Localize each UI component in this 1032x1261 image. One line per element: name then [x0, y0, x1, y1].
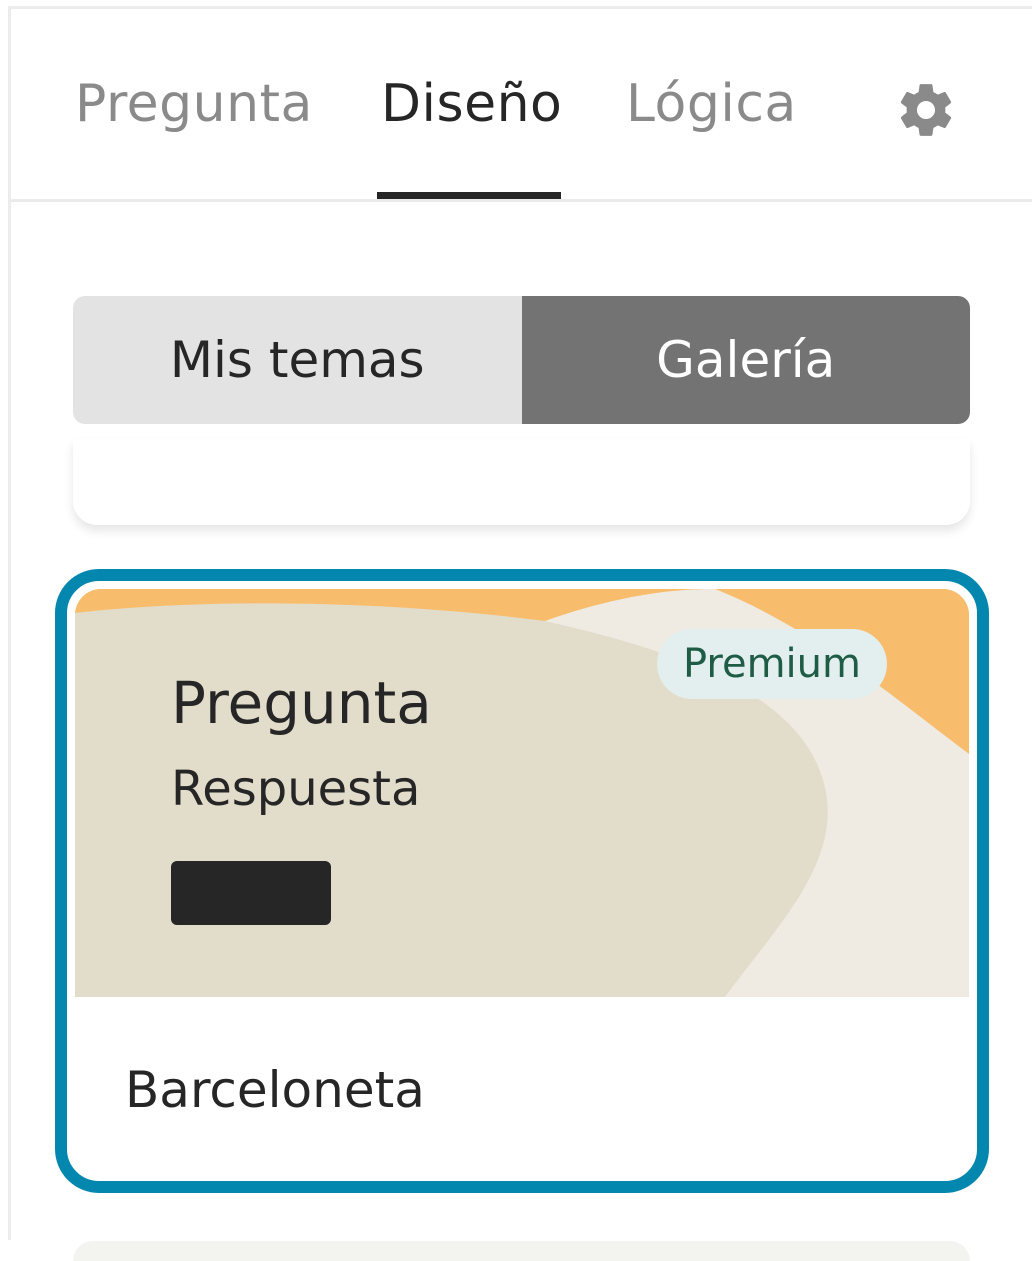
galeria-button[interactable]: Galería	[521, 296, 970, 424]
theme-name: Barceloneta	[125, 1061, 425, 1119]
preview-answer-text: Respuesta	[171, 761, 421, 817]
active-tab-indicator	[377, 192, 561, 199]
tab-pregunta[interactable]: Pregunta	[75, 69, 313, 139]
theme-source-switch: Mis temas Galería	[73, 296, 970, 424]
design-panel: Pregunta Diseño Lógica Mis temas Galería…	[8, 6, 1032, 1261]
mis-temas-button[interactable]: Mis temas	[73, 296, 522, 424]
next-theme-card[interactable]	[73, 1241, 970, 1261]
theme-preview: Pregunta Respuesta Premium	[75, 589, 969, 997]
theme-card-barceloneta[interactable]: Pregunta Respuesta Premium Barceloneta	[55, 569, 989, 1193]
gear-icon[interactable]	[895, 79, 957, 141]
preview-question-text: Pregunta	[171, 669, 432, 737]
premium-badge: Premium	[657, 629, 887, 699]
tab-diseno[interactable]: Diseño	[381, 69, 562, 139]
previous-theme-card[interactable]	[73, 439, 970, 525]
tab-logica[interactable]: Lógica	[626, 69, 797, 139]
preview-button-swatch	[171, 861, 331, 925]
panel-tabbar: Pregunta Diseño Lógica	[11, 9, 1032, 202]
